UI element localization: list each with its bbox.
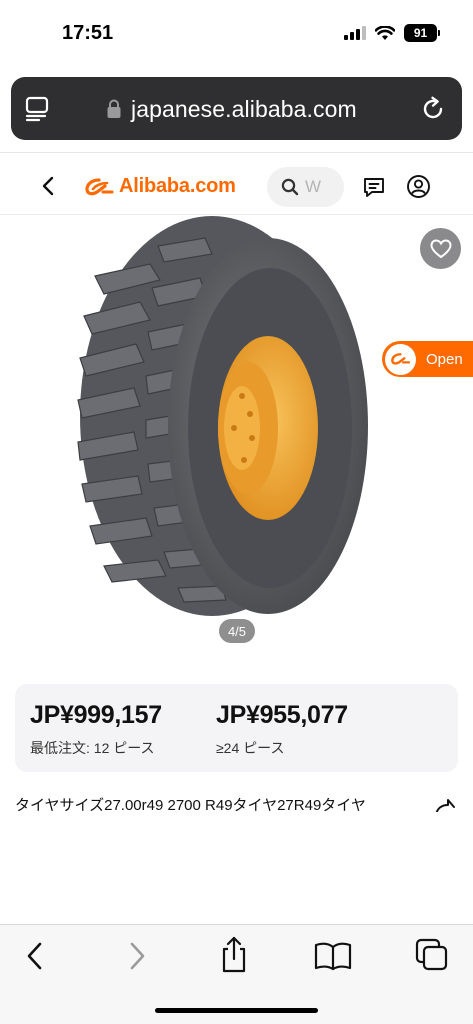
browser-back-icon[interactable] [22, 939, 48, 973]
alibaba-logo-mark [85, 177, 114, 195]
min-order-label: 最低注文: 12 ピース [30, 740, 155, 756]
search-input[interactable]: W [267, 167, 344, 207]
favorite-button[interactable] [420, 228, 461, 269]
bookmarks-icon[interactable] [314, 941, 352, 971]
heart-icon [429, 238, 452, 258]
reader-mode-icon[interactable] [24, 95, 52, 123]
home-indicator [155, 1008, 318, 1013]
logo-text: Alibaba.com [119, 175, 236, 197]
signal-icon [344, 26, 366, 40]
alibaba-logo[interactable]: Alibaba.com [85, 175, 236, 198]
price-tier-1: JP¥999,157 最低注文: 12 ピース [30, 701, 162, 758]
status-time: 17:51 [62, 22, 114, 44]
price-value: JP¥999,157 [30, 701, 162, 729]
image-page-indicator: 4/5 [219, 619, 255, 643]
open-in-app-button[interactable]: Open [382, 341, 473, 377]
share-sheet-icon[interactable] [218, 935, 250, 975]
message-icon[interactable] [362, 175, 386, 199]
battery-icon: 91 [404, 24, 440, 42]
url-text[interactable]: japanese.alibaba.com [131, 96, 357, 123]
url-bar[interactable]: japanese.alibaba.com [11, 77, 462, 140]
reload-icon[interactable] [419, 95, 447, 123]
back-arrow-icon[interactable] [36, 173, 62, 199]
page-content-blank [0, 812, 473, 923]
search-icon [281, 178, 299, 196]
account-icon[interactable] [406, 174, 431, 199]
search-placeholder: W [305, 177, 322, 196]
site-header: Alibaba.com W [0, 153, 473, 215]
tabs-icon[interactable] [414, 937, 450, 973]
browser-forward-icon[interactable] [124, 939, 150, 973]
tire-product-image[interactable] [0, 216, 473, 667]
status-bar: 17:51 91 [0, 0, 473, 70]
open-label: Open [426, 350, 463, 368]
status-icons: 91 [344, 24, 440, 42]
alibaba-app-icon [385, 343, 416, 375]
lock-icon [107, 99, 121, 118]
wifi-icon [375, 25, 395, 40]
min-order-label: ≥24 ピース [216, 740, 285, 756]
price-tier-2: JP¥955,077 ≥24 ピース [216, 701, 348, 758]
product-image-gallery[interactable]: Open 4/5 [0, 216, 473, 667]
price-value: JP¥955,077 [216, 701, 348, 729]
price-tiers-card: JP¥999,157 最低注文: 12 ピース JP¥955,077 ≥24 ピ… [15, 684, 458, 772]
